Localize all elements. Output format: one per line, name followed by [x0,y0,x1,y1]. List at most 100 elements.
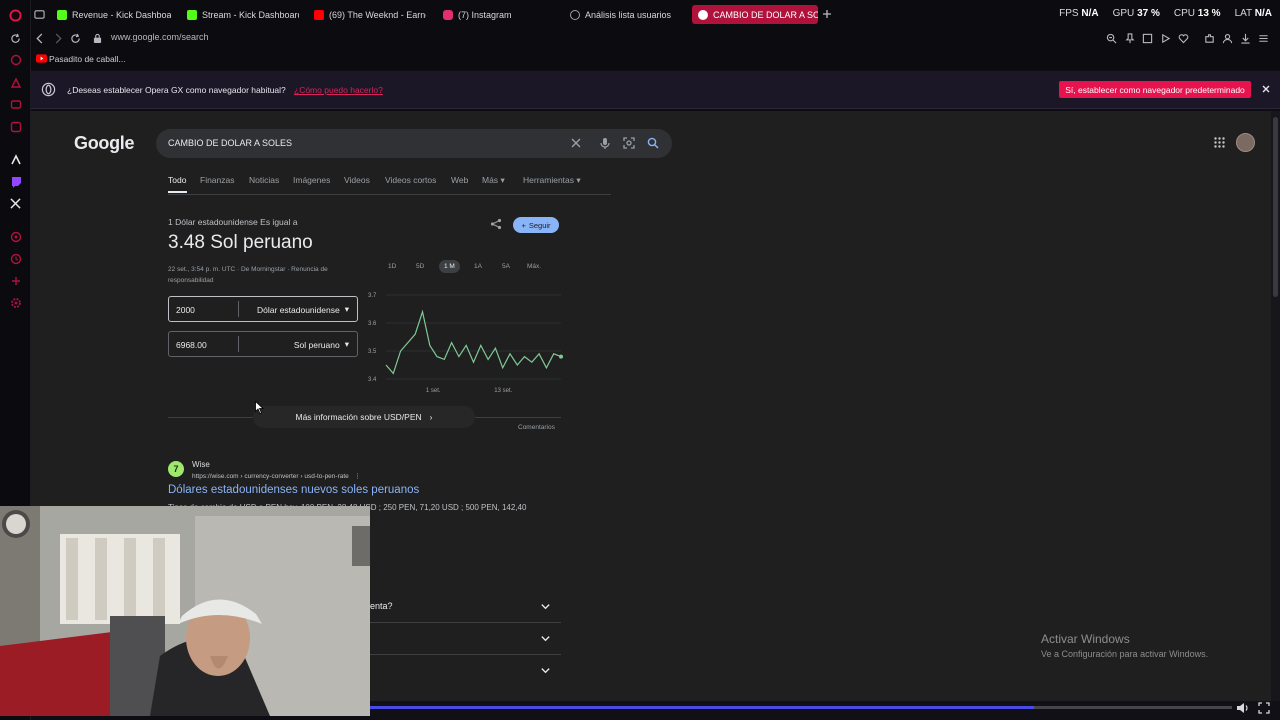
settings-gear-icon[interactable] [8,295,23,310]
search-icon[interactable] [647,137,660,150]
profile-icon[interactable] [1222,33,1233,44]
result-title-link[interactable]: Dólares estadounidenses nuevos soles per… [168,484,419,496]
range-max[interactable]: Máx. [527,263,541,270]
twitch-icon[interactable] [8,174,23,189]
related-question[interactable]: enta? [370,601,393,611]
tab-imagenes[interactable]: Imágenes [293,175,330,185]
microphone-icon[interactable] [599,137,612,150]
chevron-down-icon[interactable] [540,633,553,646]
scrollbar-thumb[interactable] [1273,117,1278,297]
conversion-header: 1 Dólar estadounidense Es igual a [168,217,298,227]
google-lens-icon[interactable] [623,137,636,150]
new-tab-plus-icon[interactable] [822,9,832,19]
favorite-heart-icon[interactable] [1178,33,1189,44]
refresh-speed-dial-icon[interactable] [8,52,23,67]
chart-y-tick-label: 3.7 [368,293,377,299]
mouse-cursor-icon [255,401,264,414]
tab-stream-kick[interactable]: Stream - Kick Dashboard [187,5,299,24]
chevron-right-icon: › [429,412,433,422]
chart-y-tick-label: 3.6 [368,321,377,327]
follow-button[interactable]: + Seguir [513,217,559,233]
lock-icon[interactable] [93,33,102,44]
easy-setup-menu-icon[interactable] [1258,33,1269,44]
tab-herramientas[interactable]: Herramientas ▾ [523,175,581,186]
from-amount-input[interactable]: 2000 [176,305,195,315]
music-player-icon[interactable] [8,119,23,134]
tab-mas[interactable]: Más ▾ [482,175,505,186]
forward-arrow-icon[interactable] [53,33,63,44]
to-amount-field[interactable]: 6968.00 Sol peruano ▾ [168,331,358,357]
kick-icon[interactable] [8,152,23,167]
tab-analisis-usuarios[interactable]: Análisis lista usuarios [570,5,690,24]
set-default-browser-button[interactable]: Sí, establecer como navegador predetermi… [1059,81,1251,98]
search-input[interactable]: CAMBIO DE DOLAR A SOLES [168,138,292,148]
pin-icon[interactable] [1125,33,1135,44]
more-options-icon[interactable]: ⋮ [351,473,361,480]
x-twitter-icon[interactable] [8,196,23,211]
from-currency-select[interactable]: Dólar estadounidense ▾ [257,304,349,315]
tab-noticias[interactable]: Noticias [249,175,279,185]
reload-icon[interactable] [10,33,21,44]
google-apps-grid-icon[interactable] [1214,137,1225,148]
kick-favicon-icon [57,9,67,20]
opera-logo-icon[interactable] [8,8,23,23]
tab-cambio-dolar-active[interactable]: CAMBIO DE DOLAR A SO [692,5,818,24]
chevron-down-icon[interactable] [540,601,553,614]
tab-todo[interactable]: Todo [168,175,186,185]
zoom-icon[interactable] [1106,33,1117,44]
url-field[interactable]: www.google.com/search [111,32,209,42]
default-browser-banner: ¿Deseas establecer Opera GX como navegad… [31,71,1280,109]
gx-control-icon[interactable] [8,75,23,90]
result-site-name[interactable]: Wise [192,460,210,469]
tab-menu-icon[interactable] [34,9,45,20]
tab-youtube-weeknd[interactable]: (69) The Weeknd - Earne [314,5,426,24]
tab-videos[interactable]: Videos [344,175,370,185]
back-arrow-icon[interactable] [35,33,45,44]
messenger-icon[interactable] [8,97,23,112]
tab-label: Revenue - Kick Dashboard [72,9,171,20]
tab-label: Análisis lista usuarios [585,9,672,20]
chevron-down-icon[interactable] [540,665,553,678]
video-popout-icon[interactable] [1160,33,1171,44]
tab-revenue-kick[interactable]: Revenue - Kick Dashboard [57,5,171,24]
chart-series-line [385,309,562,375]
range-1m[interactable]: 1 M [439,260,460,273]
usd-pen-chart[interactable]: 3.7 3.6 3.5 3.4 1 set. 13 set. [368,289,563,397]
more-info-usd-pen-button[interactable]: Más información sobre USD/PEN › [253,406,475,428]
close-icon[interactable] [1262,85,1270,93]
tab-videos-cortos[interactable]: Videos cortos [385,175,436,185]
reload-page-icon[interactable] [70,33,81,44]
from-amount-field[interactable]: 2000 Dólar estadounidense ▾ [168,296,358,322]
share-icon[interactable] [490,218,502,230]
bookmark-item[interactable]: Pasadito de caball... [49,54,126,64]
fullscreen-icon[interactable] [1258,702,1270,714]
to-currency-select[interactable]: Sol peruano ▾ [294,339,349,350]
clear-search-icon[interactable] [570,137,583,150]
tab-web[interactable]: Web [451,175,468,185]
result-url[interactable]: https://wise.com › currency-converter › … [192,472,361,480]
feedback-link[interactable]: Comentarios [518,424,555,431]
extensions-icon[interactable] [8,273,23,288]
account-avatar[interactable] [1236,133,1255,152]
volume-icon[interactable] [1236,702,1250,714]
to-amount-input[interactable]: 6968.00 [176,340,207,350]
page-scrollbar[interactable] [1271,111,1280,701]
snapshot-icon[interactable] [1142,33,1153,44]
banner-how-link[interactable]: ¿Cómo puedo hacerlo? [294,85,383,95]
search-box[interactable]: CAMBIO DE DOLAR A SOLES [156,129,672,158]
download-icon[interactable] [1240,33,1251,44]
rate-source-meta: 22 set., 3:54 p. m. UTC · De Morningstar… [168,266,328,284]
tab-instagram[interactable]: (7) Instagram [443,5,543,24]
tab-finanzas[interactable]: Finanzas [200,175,235,185]
extensions-puzzle-icon[interactable] [1204,33,1215,44]
google-logo[interactable]: Google [74,133,135,154]
range-5a[interactable]: 5A [502,263,510,270]
webcam-overlay [0,506,370,716]
youtube-favicon-icon [314,9,324,20]
range-1d[interactable]: 1D [388,263,396,270]
range-1a[interactable]: 1A [474,263,482,270]
address-bar: www.google.com/search [11,29,1280,49]
range-5d[interactable]: 5D [416,263,424,270]
history-icon[interactable] [8,251,23,266]
player-icon[interactable] [8,229,23,244]
